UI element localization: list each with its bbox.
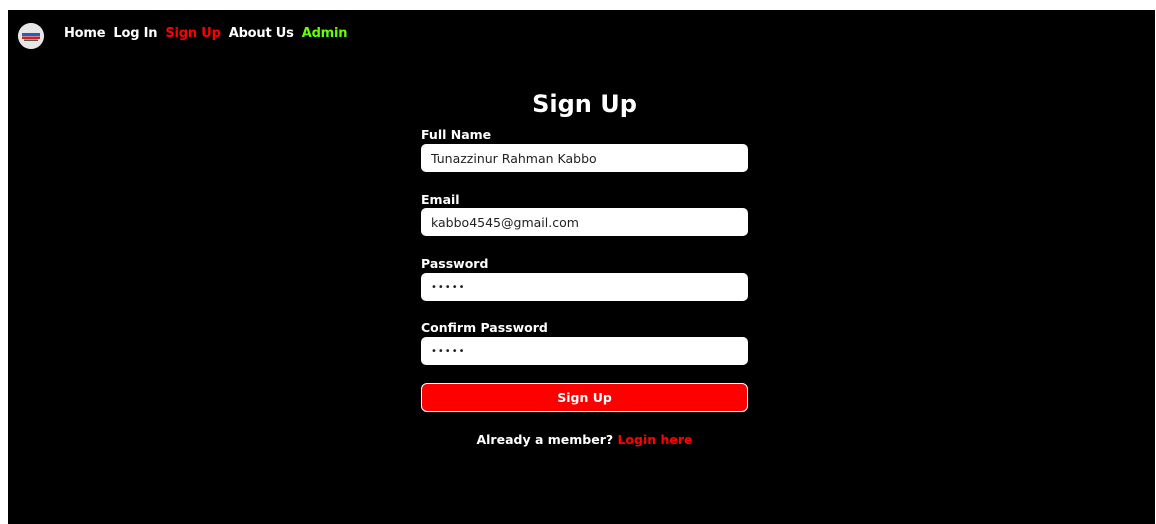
full-name-label: Full Name: [421, 127, 492, 142]
site-logo-icon[interactable]: [18, 23, 44, 49]
nav-link-admin[interactable]: Admin: [302, 26, 348, 41]
email-label: Email: [421, 192, 460, 207]
nav-links: Home Log In Sign Up About Us Admin: [64, 26, 348, 41]
navbar: Home Log In Sign Up About Us Admin: [8, 10, 1155, 60]
page: Home Log In Sign Up About Us Admin Sign …: [8, 10, 1155, 524]
signup-title: Sign Up: [532, 90, 637, 118]
login-here-link[interactable]: Login here: [617, 432, 692, 447]
email-input[interactable]: [421, 208, 748, 236]
confirm-password-input[interactable]: [421, 337, 748, 365]
signup-submit-button[interactable]: Sign Up: [421, 383, 748, 412]
nav-link-about-us[interactable]: About Us: [229, 26, 294, 41]
nav-link-signup[interactable]: Sign Up: [165, 26, 221, 41]
nav-link-home[interactable]: Home: [64, 26, 106, 41]
password-input[interactable]: [421, 273, 748, 301]
login-prompt: Already a member? Login here: [421, 432, 748, 447]
password-label: Password: [421, 256, 489, 271]
full-name-input[interactable]: [421, 144, 748, 172]
login-prompt-text: Already a member?: [476, 432, 614, 447]
nav-link-login[interactable]: Log In: [113, 26, 157, 41]
confirm-password-label: Confirm Password: [421, 320, 548, 335]
